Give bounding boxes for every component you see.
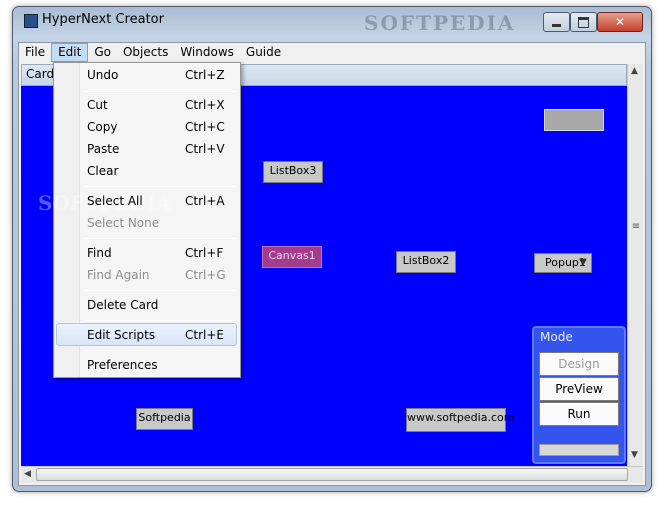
menu-separator — [84, 290, 236, 291]
design-button[interactable]: Design — [539, 352, 619, 376]
menu-go[interactable]: Go — [88, 43, 117, 62]
menu-item-select-all[interactable]: Select All Ctrl+A — [80, 190, 238, 212]
softpedia-button[interactable]: Softpedia — [136, 408, 193, 430]
scroll-down-icon[interactable]: ▼ — [631, 450, 638, 460]
menu-bar: File Edit Go Objects Windows Guide — [19, 43, 645, 62]
menu-file[interactable]: File — [19, 43, 51, 62]
horizontal-scroll-thumb[interactable] — [36, 468, 628, 481]
chevron-down-icon[interactable]: ▼ — [576, 256, 590, 270]
menu-objects[interactable]: Objects — [117, 43, 174, 62]
menu-item-preferences[interactable]: Preferences — [80, 354, 238, 376]
menu-separator — [84, 320, 236, 321]
menu-item-delete-card[interactable]: Delete Card — [80, 294, 238, 316]
maximize-button[interactable] — [570, 12, 597, 32]
card-label: Card — [26, 67, 55, 81]
menu-separator — [84, 91, 236, 92]
menu-item-select-none: Select None — [87, 216, 160, 230]
menu-item-find-again: Find Again Ctrl+G — [87, 268, 226, 282]
scroll-up-icon[interactable]: ▲ — [631, 66, 638, 76]
listbox2-widget[interactable]: ListBox2 — [396, 251, 456, 273]
menu-windows[interactable]: Windows — [174, 43, 240, 62]
app-icon — [24, 14, 38, 28]
mode-slider[interactable] — [539, 444, 619, 456]
softpedia-watermark: SOFTPEDIA — [364, 11, 516, 35]
preview-button[interactable]: PreView — [539, 377, 619, 401]
menu-item-find[interactable]: Find Ctrl+F — [80, 242, 238, 264]
scroll-grip-icon[interactable]: ≡ — [631, 220, 641, 234]
mode-panel-title: Mode — [540, 330, 573, 344]
unnamed-widget[interactable] — [544, 109, 604, 131]
run-button[interactable]: Run — [539, 402, 619, 426]
vertical-scrollbar[interactable]: ▲ ▼ — [627, 64, 643, 466]
scroll-left-icon[interactable]: ◀ — [24, 469, 31, 479]
menu-item-paste[interactable]: Paste Ctrl+V — [80, 138, 238, 160]
menu-guide[interactable]: Guide — [240, 43, 287, 62]
listbox3-widget[interactable]: ListBox3 — [263, 161, 323, 183]
menu-item-cut[interactable]: Cut Ctrl+X — [80, 94, 238, 116]
menu-item-clear[interactable]: Clear — [80, 160, 238, 182]
menu-edit[interactable]: Edit — [51, 43, 89, 62]
menu-separator — [84, 238, 236, 239]
www-button[interactable]: www.softpedia.com — [406, 408, 514, 432]
menu-item-undo[interactable]: Undo Ctrl+Z — [80, 64, 238, 86]
minimize-icon — [552, 24, 561, 27]
menu-item-edit-scripts[interactable]: Edit Scripts Ctrl+E — [80, 324, 238, 346]
close-icon: ✕ — [614, 15, 626, 29]
canvas1-widget[interactable]: Canvas1 — [262, 246, 322, 268]
menu-item-copy[interactable]: Copy Ctrl+C — [80, 116, 238, 138]
close-button[interactable]: ✕ — [597, 12, 643, 32]
menu-separator — [84, 350, 236, 351]
maximize-icon — [578, 16, 589, 28]
window-title: HyperNext Creator — [42, 12, 164, 27]
minimize-button[interactable] — [543, 12, 570, 32]
menu-separator — [84, 186, 236, 187]
